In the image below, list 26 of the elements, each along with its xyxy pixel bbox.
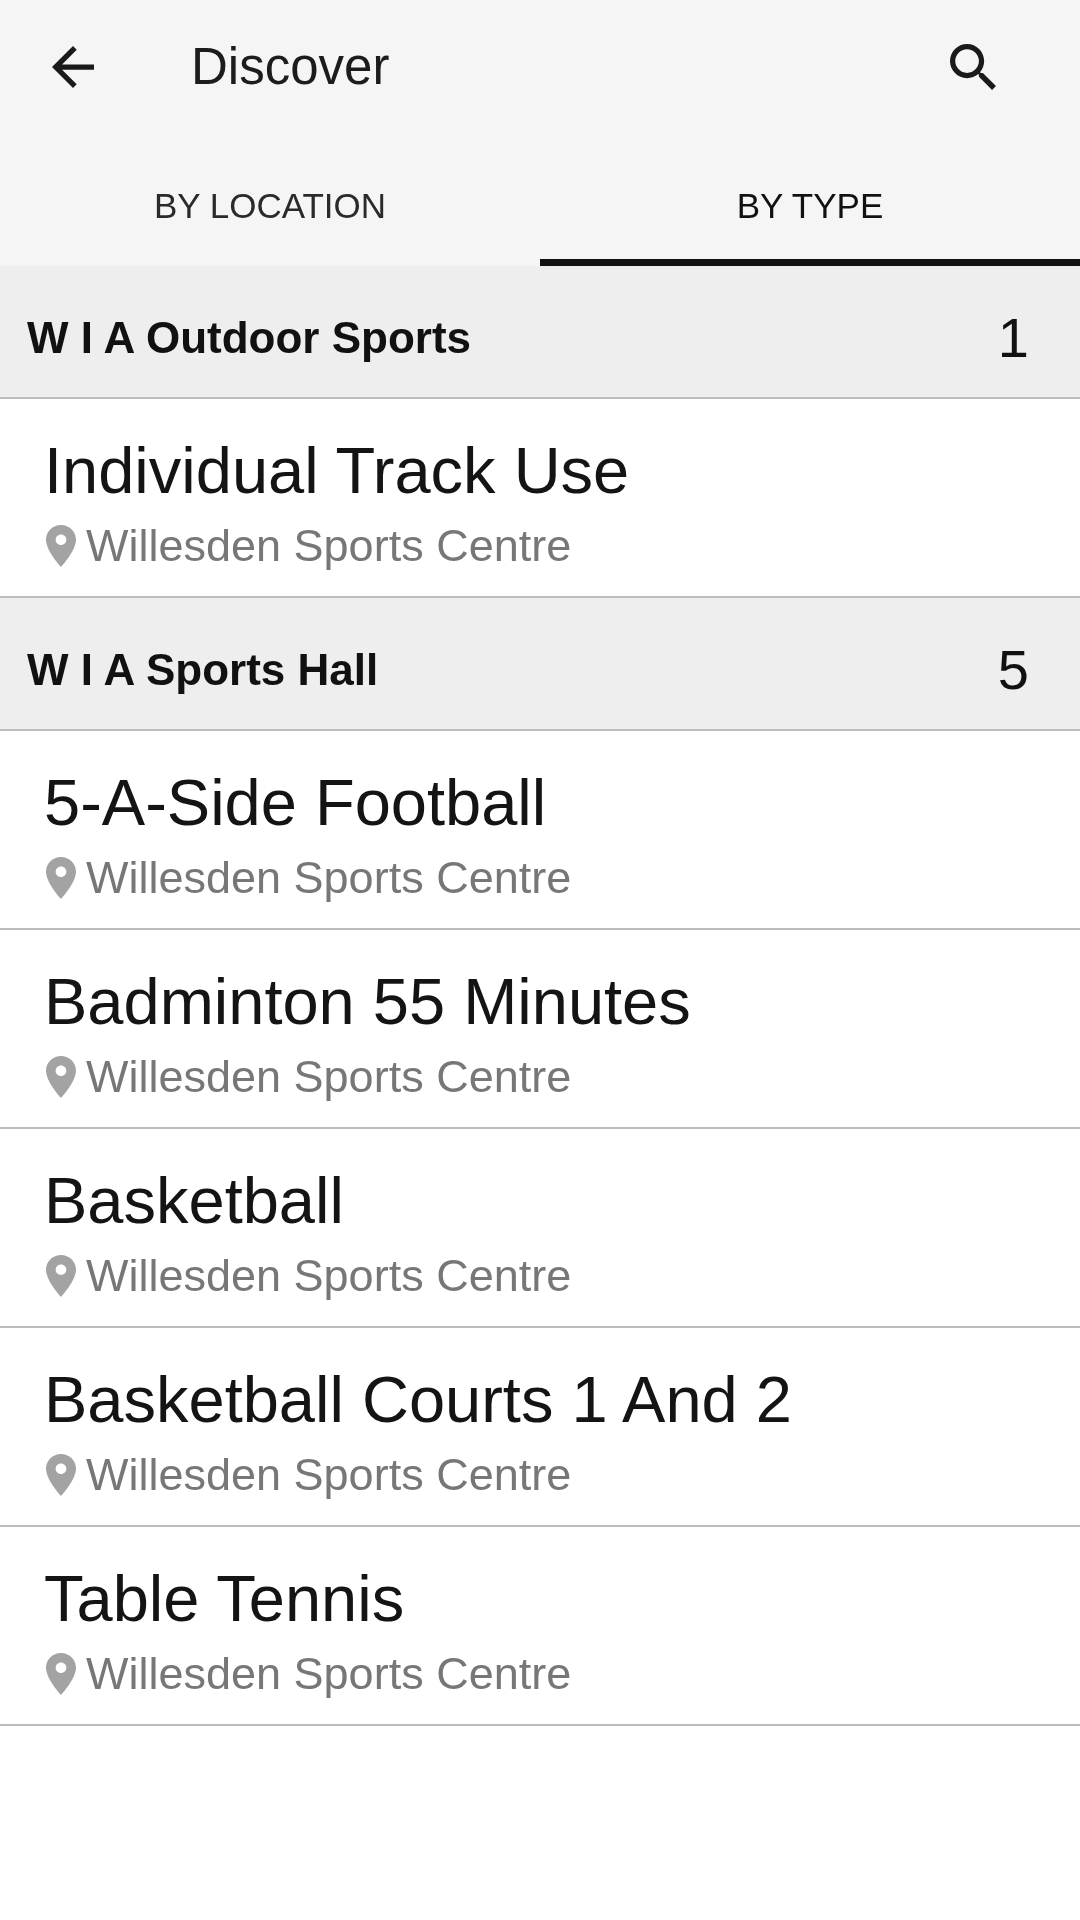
section-count: 1 — [997, 305, 1029, 370]
location-text: Willesden Sports Centre — [86, 852, 572, 904]
back-arrow-icon[interactable] — [52, 46, 94, 88]
tab[interactable]: BY LOCATION — [0, 134, 540, 266]
location-text: Willesden Sports Centre — [86, 1449, 572, 1501]
screen-title: Discover — [191, 37, 391, 97]
map-pin-icon — [46, 1056, 76, 1098]
location-text: Willesden Sports Centre — [86, 520, 572, 572]
location-text: Willesden Sports Centre — [86, 1250, 572, 1302]
section-title: W I A Outdoor Sports — [27, 312, 473, 363]
activity-name: Table Tennis — [44, 1561, 405, 1637]
section-title: W I A Sports Hall — [27, 644, 380, 695]
map-pin-icon — [46, 525, 76, 567]
activity-name: Individual Track Use — [44, 433, 630, 509]
location-text: Willesden Sports Centre — [86, 1051, 572, 1103]
map-pin-icon — [46, 1255, 76, 1297]
map-pin-icon — [46, 1653, 76, 1695]
location-text: Willesden Sports Centre — [86, 1648, 572, 1700]
search-icon[interactable] — [950, 44, 996, 90]
activity-name: Badminton 55 Minutes — [44, 964, 691, 1040]
map-pin-icon — [46, 1454, 76, 1496]
section-count: 5 — [997, 637, 1029, 702]
map-pin-icon — [46, 857, 76, 899]
activity-name: Basketball — [44, 1163, 344, 1239]
activity-name: 5-A-Side Football — [44, 765, 547, 841]
activity-name: Basketball Courts 1 And 2 — [44, 1362, 792, 1438]
